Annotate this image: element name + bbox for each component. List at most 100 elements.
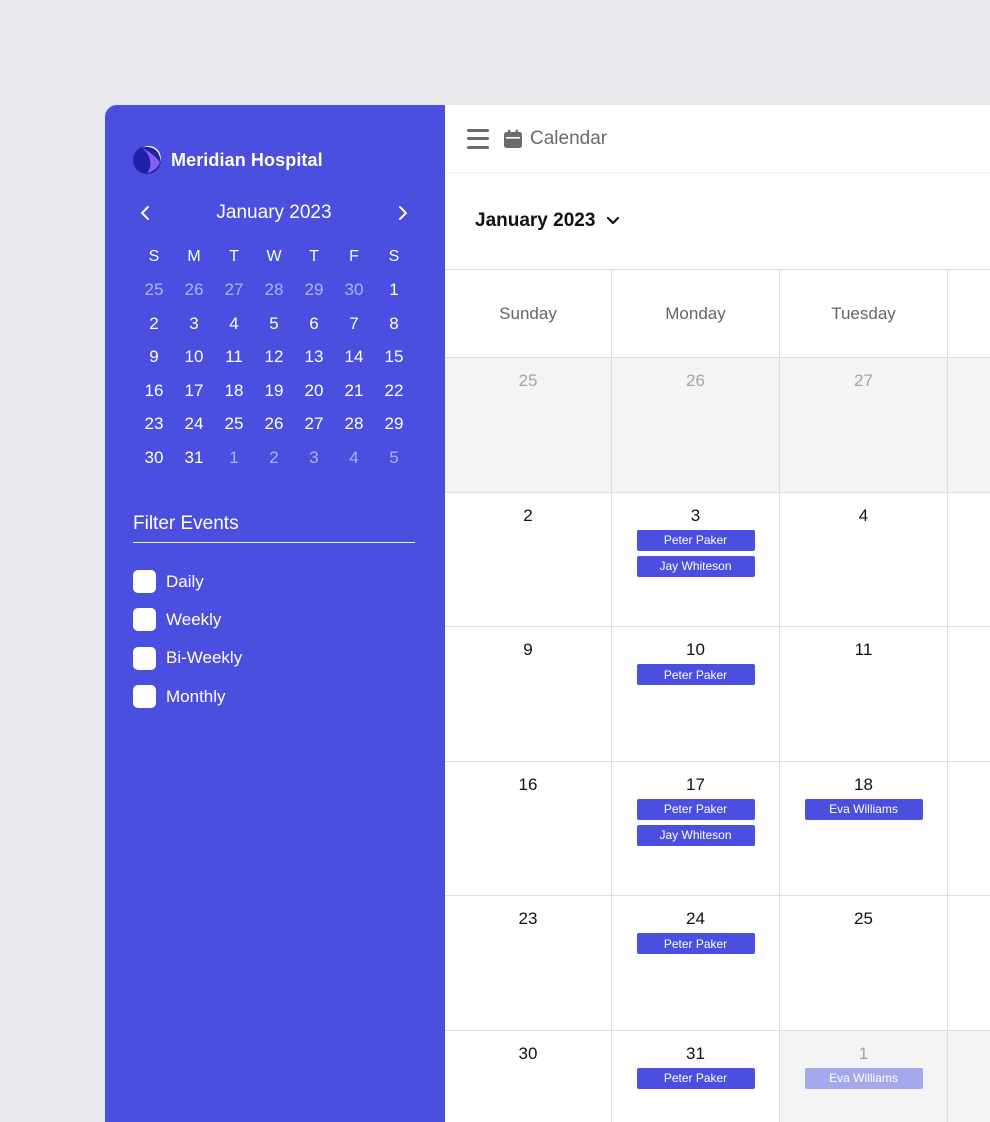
- month-select[interactable]: January 2023: [475, 210, 620, 232]
- day-cell[interactable]: 27: [780, 358, 948, 493]
- day-number: 9: [523, 640, 533, 659]
- mini-calendar-day[interactable]: 29: [294, 274, 334, 308]
- day-number: 31: [686, 1043, 705, 1063]
- day-cell[interactable]: [948, 762, 990, 896]
- mini-calendar-day[interactable]: 6: [294, 307, 334, 341]
- mini-calendar-day[interactable]: 23: [134, 408, 174, 442]
- mini-calendar-day[interactable]: 17: [174, 374, 214, 408]
- hamburger-menu-icon[interactable]: [467, 128, 489, 149]
- prev-month-button[interactable]: [135, 203, 155, 223]
- mini-calendar-day[interactable]: 28: [334, 408, 374, 442]
- day-cell[interactable]: 25: [445, 358, 612, 493]
- day-cell[interactable]: [948, 358, 990, 493]
- day-cell[interactable]: 30: [445, 1030, 612, 1122]
- mini-calendar-day[interactable]: 2: [134, 307, 174, 341]
- mini-calendar-day[interactable]: 31: [174, 441, 214, 475]
- event-chip[interactable]: Eva Williams: [804, 798, 923, 820]
- mini-calendar-day[interactable]: 7: [334, 307, 374, 341]
- day-cell[interactable]: 3 Peter Paker Jay Whiteson: [612, 492, 780, 627]
- mini-calendar-day[interactable]: 24: [174, 408, 214, 442]
- mini-calendar-day[interactable]: 2: [254, 441, 294, 475]
- filter-item-bi-weekly[interactable]: Bi-Weekly: [133, 639, 415, 677]
- event-chip[interactable]: Peter Paker: [636, 1067, 755, 1089]
- day-cell[interactable]: 17 Peter Paker Jay Whiteson: [612, 761, 780, 896]
- filter-events-title: Filter Events: [133, 513, 415, 543]
- weekday-header-row: SundayMondayTuesdayW: [445, 270, 990, 358]
- filter-checkbox[interactable]: [133, 685, 156, 709]
- day-cell[interactable]: [948, 493, 990, 627]
- mini-calendar-day[interactable]: 20: [294, 374, 334, 408]
- day-cell[interactable]: 4: [780, 492, 948, 627]
- day-cell[interactable]: 1 Eva Williams: [780, 1030, 948, 1122]
- mini-calendar-day[interactable]: 30: [334, 274, 374, 308]
- filter-item-daily[interactable]: Daily: [133, 563, 415, 601]
- day-cell[interactable]: 25: [780, 896, 948, 1031]
- mini-calendar-day[interactable]: 18: [214, 374, 254, 408]
- day-cell[interactable]: 23: [445, 896, 612, 1031]
- day-cell[interactable]: [948, 627, 990, 762]
- mini-calendar-title: January 2023: [216, 202, 332, 223]
- mini-calendar-day[interactable]: 27: [294, 408, 334, 442]
- event-chip[interactable]: Peter Paker: [636, 529, 755, 551]
- filter-checkbox[interactable]: [133, 646, 156, 670]
- next-month-button[interactable]: [393, 203, 413, 223]
- mini-calendar-day[interactable]: 1: [214, 441, 254, 475]
- weekday-label: T: [229, 247, 239, 265]
- mini-calendar-day[interactable]: 8: [374, 307, 414, 341]
- day-cell[interactable]: 16: [445, 761, 612, 896]
- mini-calendar-day[interactable]: 5: [254, 307, 294, 341]
- day-cell[interactable]: 31 Peter Paker: [612, 1030, 780, 1122]
- mini-calendar-day[interactable]: 25: [134, 274, 174, 308]
- event-chip[interactable]: Jay Whiteson: [636, 824, 755, 846]
- filter-label: Weekly: [166, 609, 222, 629]
- day-cell[interactable]: [948, 1030, 990, 1122]
- month-select-label: January 2023: [475, 210, 596, 231]
- mini-calendar-day[interactable]: 4: [214, 307, 254, 341]
- event-chip[interactable]: Jay Whiteson: [636, 555, 755, 577]
- day-cell[interactable]: 26: [612, 358, 780, 493]
- event-chip[interactable]: Eva Williams: [804, 1067, 923, 1089]
- mini-calendar-day[interactable]: 15: [374, 341, 414, 375]
- day-cell[interactable]: 18 Eva Williams: [780, 761, 948, 896]
- mini-calendar-day[interactable]: 14: [334, 341, 374, 375]
- filter-checkbox[interactable]: [133, 608, 156, 632]
- mini-calendar-day[interactable]: 16: [134, 374, 174, 408]
- mini-calendar-day[interactable]: 3: [174, 307, 214, 341]
- mini-calendar-day[interactable]: 26: [174, 274, 214, 308]
- chevron-left-icon: [141, 206, 149, 220]
- mini-calendar-day[interactable]: 13: [294, 341, 334, 375]
- mini-calendar-day[interactable]: 11: [214, 341, 254, 375]
- event-chip[interactable]: Peter Paker: [636, 664, 755, 685]
- mini-calendar-day[interactable]: 5: [374, 441, 414, 475]
- mini-calendar-day[interactable]: 19: [254, 374, 294, 408]
- week-row: 16 17 Peter Paker Jay Whiteson 18 Eva William…: [445, 761, 990, 896]
- day-number: 26: [686, 371, 705, 390]
- filter-checkbox[interactable]: [133, 570, 156, 594]
- mini-calendar-day[interactable]: 29: [374, 408, 414, 442]
- mini-calendar-day[interactable]: 25: [214, 408, 254, 442]
- filter-item-weekly[interactable]: Weekly: [133, 601, 415, 639]
- day-cell[interactable]: 24 Peter Paker: [612, 896, 780, 1031]
- mini-calendar-day[interactable]: 21: [334, 374, 374, 408]
- mini-calendar-day[interactable]: 1: [374, 274, 414, 308]
- mini-calendar-day[interactable]: 30: [134, 441, 174, 475]
- day-cell[interactable]: 2: [445, 492, 612, 627]
- day-cell[interactable]: 10 Peter Paker: [612, 627, 780, 762]
- mini-calendar-day[interactable]: 9: [134, 341, 174, 375]
- day-cell[interactable]: 9: [445, 627, 612, 762]
- mini-calendar-day[interactable]: 12: [254, 341, 294, 375]
- event-chip[interactable]: Peter Paker: [636, 933, 755, 954]
- mini-calendar-day[interactable]: 28: [254, 274, 294, 308]
- mini-calendar-day[interactable]: 3: [294, 441, 334, 475]
- mini-calendar-day[interactable]: 4: [334, 441, 374, 475]
- mini-calendar-day[interactable]: 10: [174, 341, 214, 375]
- filter-item-monthly[interactable]: Monthly: [133, 677, 415, 715]
- mini-calendar-day[interactable]: 27: [214, 274, 254, 308]
- day-cell[interactable]: [948, 896, 990, 1031]
- day-number: 4: [858, 505, 869, 525]
- event-chip[interactable]: Peter Paker: [636, 798, 755, 820]
- day-cell[interactable]: 11: [780, 627, 948, 762]
- mini-calendar-day[interactable]: 22: [374, 374, 414, 408]
- brand: Meridian Hospital: [133, 145, 415, 175]
- mini-calendar-day[interactable]: 26: [254, 408, 294, 442]
